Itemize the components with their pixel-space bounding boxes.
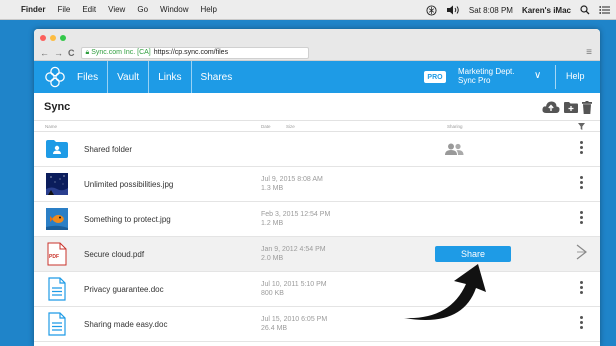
more-options-icon[interactable] [580,211,584,226]
menu-app-finder[interactable]: Finder [21,5,45,14]
menubar-clock[interactable]: Sat 8:08 PM [469,6,513,15]
bluetooth-icon[interactable] [426,4,437,16]
file-date: Jan 9, 2012 4:54 PM [261,246,326,253]
browser-menu-icon[interactable]: ≡ [586,47,592,58]
callout-arrow-icon [404,264,486,320]
image-thumbnail [45,172,69,196]
column-size[interactable]: Size [286,124,295,129]
file-date: Jul 15, 2010 6:05 PM [261,316,328,323]
column-date[interactable]: Date [261,124,271,129]
file-row-selected[interactable]: PDF Secure cloud.pdf Jan 9, 2012 4:54 PM… [34,237,600,272]
pro-badge: PRO [424,71,446,83]
close-window-button[interactable] [40,35,46,41]
file-date: Jul 10, 2011 5:10 PM [261,281,327,288]
spotlight-search-icon[interactable] [580,5,590,15]
document-icon [45,277,69,301]
column-name[interactable]: Name [45,124,57,129]
file-date: Feb 3, 2015 12:54 PM [261,211,331,218]
menu-help[interactable]: Help [200,5,216,14]
file-date: Jul 9, 2015 8:08 AM [261,176,323,183]
browser-window: ← → C 🔒︎ Sync.com Inc. [CA] https://cp.s… [34,29,600,346]
file-name[interactable]: Something to protect.jpg [84,215,171,224]
shared-folder-icon [45,137,69,161]
nav-files[interactable]: Files [68,61,109,93]
app-header: Files Vault Links Shares PRO Marketing D… [34,61,600,93]
file-meta: Jan 9, 2012 4:54 PM 2.0 MB [261,245,326,263]
account-menu[interactable]: Marketing Dept. Sync Pro [458,67,514,85]
file-meta: Feb 3, 2015 12:54 PM 1.2 MB [261,210,330,228]
pdf-icon-label: PDF [49,254,59,260]
sync-logo-icon[interactable] [44,66,66,88]
more-options-icon[interactable] [580,316,584,331]
file-row[interactable]: Sharing made easy.doc Jul 15, 2010 6:05 … [34,307,600,342]
column-sharing: Sharing [447,124,463,129]
more-options-icon[interactable] [580,176,584,191]
document-icon [45,312,69,336]
account-plan: Sync Pro [458,76,491,85]
pdf-icon: PDF [45,242,69,266]
file-name[interactable]: Sharing made easy.doc [84,320,167,329]
menu-bar: Finder File Edit View Go Window Help Sat… [0,0,616,20]
notification-center-icon[interactable] [599,5,610,15]
help-link[interactable]: Help [566,71,585,81]
image-thumbnail [45,207,69,231]
lock-icon: 🔒︎ [85,48,90,56]
file-meta: Jul 15, 2010 6:05 PM 26.4 MB [261,315,327,333]
trash-icon[interactable] [582,100,592,114]
file-row[interactable]: Privacy guarantee.doc Jul 10, 2011 5:10 … [34,272,600,307]
file-size: 26.4 MB [261,325,288,332]
chevron-right-icon[interactable] [576,244,588,260]
menubar-computer-name[interactable]: Karen's iMac [522,6,571,15]
nav-links[interactable]: Links [149,61,192,93]
file-meta: Jul 10, 2011 5:10 PM 800 KB [261,280,327,298]
nav-vault[interactable]: Vault [108,61,150,93]
file-size: 800 KB [261,290,284,297]
column-headers: Name Date Size Sharing [34,121,600,132]
filter-icon[interactable] [578,123,585,130]
file-row[interactable]: Shared folder [34,132,600,167]
site-identity: Sync.com Inc. [CA] [91,49,151,56]
page-title: Sync [44,101,71,113]
minimize-window-button[interactable] [50,35,56,41]
page-title-bar: Sync [34,93,600,121]
file-size: 2.0 MB [261,255,284,262]
new-folder-icon[interactable] [564,101,578,113]
menu-go[interactable]: Go [137,5,148,14]
back-icon[interactable]: ← [40,48,49,58]
menu-file[interactable]: File [57,5,70,14]
window-titlebar [34,29,600,45]
chevron-down-icon[interactable]: ∨ [534,70,541,81]
file-name[interactable]: Unlimited possibilities.jpg [84,180,173,189]
file-name[interactable]: Privacy guarantee.doc [84,285,164,294]
file-row[interactable]: Something to protect.jpg Feb 3, 2015 12:… [34,202,600,237]
volume-icon[interactable] [446,5,460,15]
zoom-window-button[interactable] [60,35,66,41]
nav-shares[interactable]: Shares [192,61,242,93]
file-row[interactable]: Unlimited possibilities.jpg Jul 9, 2015 … [34,167,600,202]
header-divider [555,65,556,89]
more-options-icon[interactable] [580,281,584,296]
url-text[interactable]: https://cp.sync.com/files [154,49,228,56]
file-name[interactable]: Secure cloud.pdf [84,250,144,259]
browser-toolbar: ← → C 🔒︎ Sync.com Inc. [CA] https://cp.s… [34,45,600,61]
menu-edit[interactable]: Edit [82,5,96,14]
file-meta: Jul 9, 2015 8:08 AM 1.3 MB [261,175,323,193]
reload-icon[interactable]: C [68,48,75,58]
forward-icon[interactable]: → [54,48,63,58]
address-bar[interactable]: 🔒︎ Sync.com Inc. [CA] https://cp.sync.co… [80,46,309,59]
shared-users-icon [445,143,464,155]
file-size: 1.3 MB [261,185,284,192]
menu-view[interactable]: View [108,5,125,14]
file-size: 1.2 MB [261,220,284,227]
upload-cloud-icon[interactable] [542,100,560,114]
account-name: Marketing Dept. [458,67,515,76]
file-name[interactable]: Shared folder [84,145,132,154]
menu-window[interactable]: Window [160,5,188,14]
more-options-icon[interactable] [580,141,584,156]
